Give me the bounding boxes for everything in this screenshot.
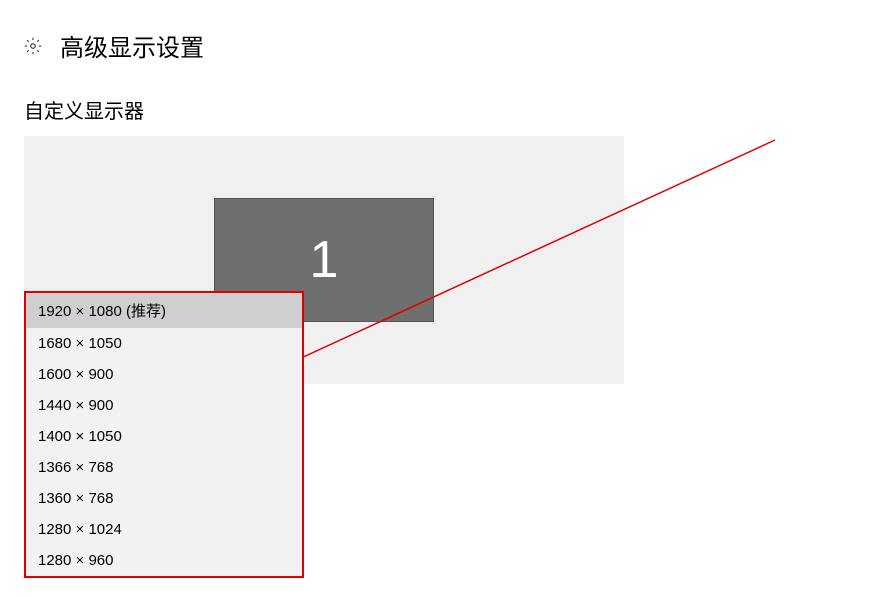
resolution-option[interactable]: 1920 × 1080 (推荐) — [26, 293, 302, 328]
page-header: 高级显示设置 — [0, 0, 884, 71]
gear-icon — [24, 37, 42, 55]
resolution-option[interactable]: 1440 × 900 — [26, 390, 302, 421]
resolution-option[interactable]: 1366 × 768 — [26, 452, 302, 483]
resolution-option[interactable]: 1360 × 768 — [26, 483, 302, 514]
resolution-option[interactable]: 1400 × 1050 — [26, 421, 302, 452]
resolution-option[interactable]: 1680 × 1050 — [26, 328, 302, 359]
resolution-option[interactable]: 1280 × 960 — [26, 545, 302, 576]
monitor-number: 1 — [310, 230, 339, 290]
page-title: 高级显示设置 — [60, 28, 204, 63]
resolution-dropdown[interactable]: 1920 × 1080 (推荐)1680 × 10501600 × 900144… — [24, 291, 304, 578]
section-customize-title: 自定义显示器 — [0, 71, 884, 136]
resolution-option[interactable]: 1280 × 1024 — [26, 514, 302, 545]
resolution-option[interactable]: 1600 × 900 — [26, 359, 302, 390]
